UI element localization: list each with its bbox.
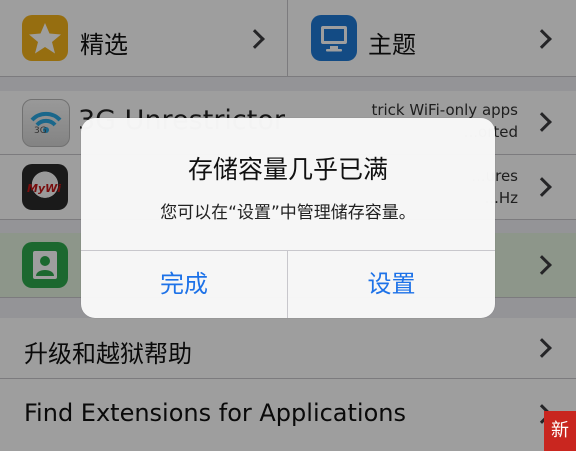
alert-message: 您可以在“设置”中管理储存容量。 (160, 203, 416, 223)
storage-alert-dialog: 存储容量几乎已满 您可以在“设置”中管理储存容量。 完成 设置 (81, 118, 495, 318)
alert-title: 存储容量几乎已满 (187, 155, 388, 184)
screen: 精选 主题 3G 3G Unr (0, 0, 576, 451)
settings-button[interactable]: 设置 (288, 251, 495, 318)
new-badge: 新 (544, 411, 576, 451)
done-button[interactable]: 完成 (81, 251, 287, 318)
